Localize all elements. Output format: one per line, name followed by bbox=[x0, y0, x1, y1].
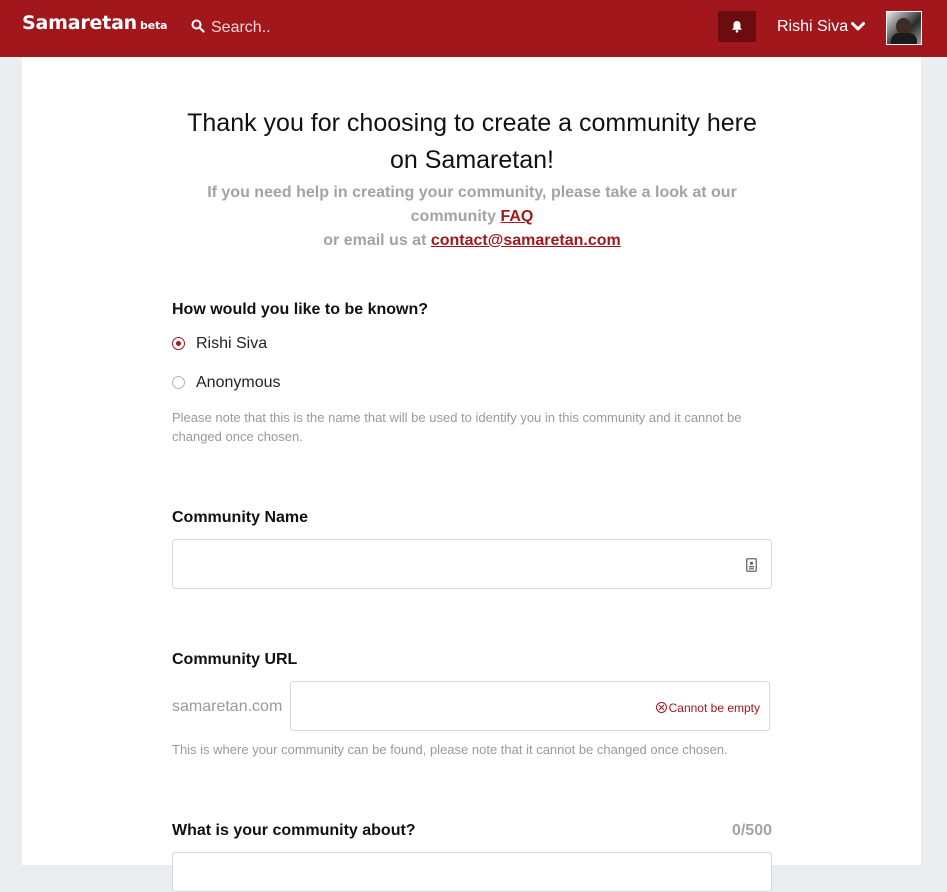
contact-email-link[interactable]: contact@samaretan.com bbox=[431, 232, 621, 249]
top-nav-bar: Samaretanbeta Rishi Siva bbox=[0, 0, 947, 57]
community-url-input[interactable] bbox=[301, 682, 641, 730]
character-counter: 0/500 bbox=[731, 822, 772, 839]
beta-tag: beta bbox=[140, 19, 168, 32]
search-input[interactable] bbox=[211, 17, 431, 39]
page-title: Thank you for choosing to create a commu… bbox=[187, 109, 757, 174]
intro-help-text: If you need help in creating your commun… bbox=[172, 181, 772, 253]
identity-label: How would you like to be known? bbox=[172, 301, 428, 318]
community-url-field[interactable]: Cannot be empty bbox=[290, 681, 770, 731]
url-error-message: Cannot be empty bbox=[655, 701, 760, 715]
chevron-down-icon[interactable] bbox=[851, 22, 865, 32]
avatar-body bbox=[891, 33, 917, 44]
radio-unchecked-icon[interactable] bbox=[172, 376, 185, 389]
bell-icon bbox=[732, 21, 742, 33]
user-avatar[interactable] bbox=[886, 11, 922, 45]
community-name-input[interactable] bbox=[183, 540, 733, 588]
intro-text: If you need help in creating your commun… bbox=[207, 184, 737, 225]
community-url-note: This is where your community can be foun… bbox=[172, 742, 728, 757]
faq-link[interactable]: FAQ bbox=[500, 208, 533, 225]
identity-note: Please note that this is the name that w… bbox=[172, 410, 742, 444]
search-icon bbox=[191, 19, 205, 33]
community-url-label: Community URL bbox=[172, 651, 298, 668]
brand-logo[interactable]: Samaretan beta bbox=[22, 12, 167, 34]
identity-option-anonymous[interactable]: Anonymous bbox=[172, 374, 292, 394]
community-about-label: What is your community about? bbox=[172, 822, 416, 839]
identity-option-label[interactable]: Anonymous bbox=[196, 374, 281, 392]
create-community-card: Thank you for choosing to create a commu… bbox=[22, 57, 921, 892]
intro-text-email: or email us at bbox=[323, 232, 427, 249]
brand-name[interactable]: Samaretan bbox=[22, 12, 137, 34]
community-name-label: Community Name bbox=[172, 509, 309, 526]
radio-checked-icon[interactable] bbox=[172, 337, 185, 350]
contact-card-icon bbox=[746, 558, 757, 572]
url-error-text: Cannot be empty bbox=[668, 701, 760, 715]
user-menu-name[interactable]: Rishi Siva bbox=[777, 18, 848, 36]
community-about-textarea[interactable] bbox=[172, 852, 772, 892]
identity-option-label[interactable]: Rishi Siva bbox=[196, 335, 267, 353]
identity-option-name[interactable]: Rishi Siva bbox=[172, 335, 292, 355]
notifications-button[interactable] bbox=[718, 11, 756, 42]
error-circle-x-icon bbox=[655, 702, 667, 713]
search-bar[interactable] bbox=[191, 17, 431, 39]
url-prefix: samaretan.com bbox=[172, 698, 283, 715]
community-name-field[interactable] bbox=[172, 539, 772, 589]
